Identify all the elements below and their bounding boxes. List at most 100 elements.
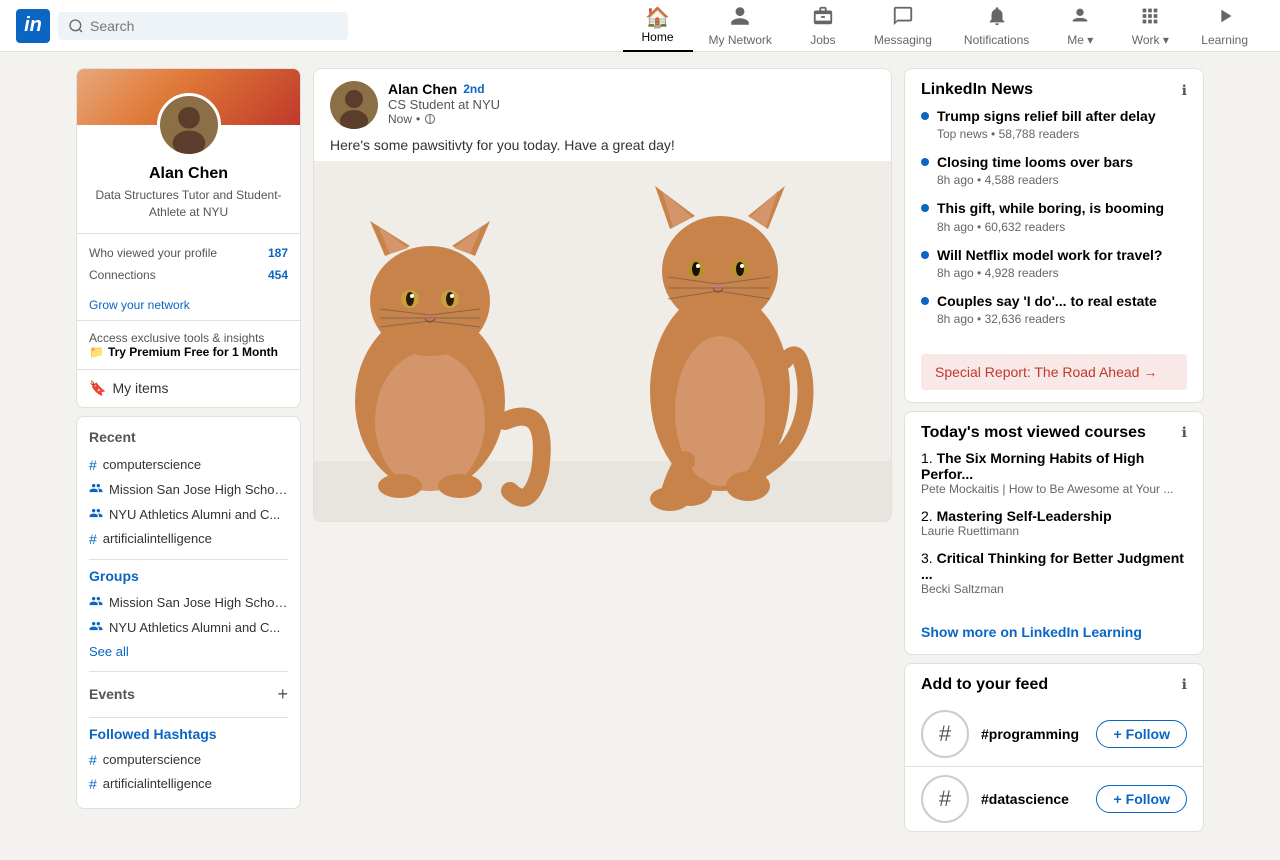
course-item-0[interactable]: 1. The Six Morning Habits of High Perfor… xyxy=(921,450,1187,496)
learning-icon xyxy=(1214,5,1236,31)
recent-item-cs[interactable]: # computerscience xyxy=(89,453,288,477)
nav-my-network[interactable]: My Network xyxy=(693,0,788,52)
see-all-groups[interactable]: See all xyxy=(89,640,288,663)
right-sidebar: LinkedIn News ℹ Trump signs relief bill … xyxy=(904,68,1204,840)
followed-hashtags-title[interactable]: Followed Hashtags xyxy=(89,726,288,742)
who-viewed-stat[interactable]: Who viewed your profile 187 xyxy=(89,242,288,264)
my-items-link[interactable]: 🔖 My items xyxy=(77,369,300,407)
news-item-4[interactable]: Couples say 'I do'... to real estate 8h … xyxy=(921,292,1187,326)
group-icon-2 xyxy=(89,506,103,523)
follow-programming-button[interactable]: + Follow xyxy=(1096,720,1187,748)
group-icon-3 xyxy=(89,594,103,611)
news-item-3[interactable]: Will Netflix model work for travel? 8h a… xyxy=(921,246,1187,280)
hashtag-cs[interactable]: # computerscience xyxy=(89,748,288,772)
feed: Alan Chen 2nd CS Student at NYU Now • He… xyxy=(313,68,892,840)
post-card: Alan Chen 2nd CS Student at NYU Now • He… xyxy=(313,68,892,522)
work-icon xyxy=(1139,5,1161,31)
courses-title: Today's most viewed courses xyxy=(921,424,1146,442)
news-item-1[interactable]: Closing time looms over bars 8h ago • 4,… xyxy=(921,153,1187,187)
post-meta: Alan Chen 2nd CS Student at NYU Now • xyxy=(388,81,875,126)
profile-stats: Who viewed your profile 187 Connections … xyxy=(77,233,300,294)
post-author-avatar[interactable] xyxy=(330,81,378,129)
hash-icon-2: # xyxy=(89,531,97,547)
post-globe-icon: • xyxy=(416,112,420,126)
datascience-hashtag-icon: # xyxy=(921,775,969,823)
news-item-0[interactable]: Trump signs relief bill after delay Top … xyxy=(921,107,1187,141)
search-icon xyxy=(68,18,84,34)
post-time: Now • xyxy=(388,112,875,126)
page-container: Alan Chen Data Structures Tutor and Stud… xyxy=(76,0,1204,860)
plus-icon: + xyxy=(1113,726,1121,742)
recent-item-ai[interactable]: # artificialintelligence xyxy=(89,527,288,551)
courses-card: Today's most viewed courses ℹ 1. The Six… xyxy=(904,411,1204,655)
news-dot xyxy=(921,112,929,120)
recent-list: # computerscience Mission San Jose High … xyxy=(89,453,288,551)
profile-avatar xyxy=(157,93,221,157)
avatar[interactable] xyxy=(157,93,221,157)
course-item-1[interactable]: 2. Mastering Self-Leadership Laurie Ruet… xyxy=(921,508,1187,538)
nav-work[interactable]: Work ▾ xyxy=(1115,0,1185,52)
nav-jobs[interactable]: Jobs xyxy=(788,0,858,52)
post-subtitle: CS Student at NYU xyxy=(388,97,875,112)
course-item-2[interactable]: 3. Critical Thinking for Better Judgment… xyxy=(921,550,1187,596)
bookmark-icon: 🔖 xyxy=(89,380,106,397)
courses-info-icon[interactable]: ℹ xyxy=(1182,424,1187,441)
add-event-button[interactable]: + xyxy=(277,684,288,705)
linkedin-logo[interactable]: in xyxy=(16,9,50,43)
profile-card: Alan Chen Data Structures Tutor and Stud… xyxy=(76,68,301,408)
profile-banner xyxy=(77,69,300,125)
premium-link[interactable]: 📁 Try Premium Free for 1 Month xyxy=(89,345,288,359)
courses-header: Today's most viewed courses ℹ xyxy=(905,412,1203,450)
profile-name[interactable]: Alan Chen xyxy=(89,165,288,183)
connections-stat[interactable]: Connections 454 xyxy=(89,264,288,286)
post-image xyxy=(314,161,891,521)
profile-title: Data Structures Tutor and Student-Athlet… xyxy=(89,187,288,221)
news-header: LinkedIn News ℹ xyxy=(905,69,1203,107)
post-header: Alan Chen 2nd CS Student at NYU Now • xyxy=(314,69,891,137)
follow-datascience-button[interactable]: + Follow xyxy=(1096,785,1187,813)
group-icon-4 xyxy=(89,619,103,636)
news-info-icon[interactable]: ℹ xyxy=(1182,82,1187,99)
nav-me[interactable]: Me ▾ xyxy=(1045,0,1115,52)
group-item-nyu-athletics[interactable]: NYU Athletics Alumni and C... xyxy=(89,615,288,640)
news-dot xyxy=(921,204,929,212)
feed-info-icon[interactable]: ℹ xyxy=(1182,676,1187,693)
home-icon: 🏠 xyxy=(645,8,670,28)
programming-hashtag-icon: # xyxy=(921,710,969,758)
groups-title[interactable]: Groups xyxy=(89,568,288,584)
post-author-name[interactable]: Alan Chen xyxy=(388,81,457,97)
premium-banner: Access exclusive tools & insights 📁 Try … xyxy=(77,320,300,369)
news-item-2[interactable]: This gift, while boring, is booming 8h a… xyxy=(921,199,1187,233)
nav-home[interactable]: 🏠 Home xyxy=(623,0,693,52)
nav-items: 🏠 Home My Network Jobs Messaging Noti xyxy=(623,0,1264,52)
feed-item-datascience: # #datascience + Follow xyxy=(905,767,1203,831)
recent-groups-card: Recent # computerscience Mission San Jos… xyxy=(76,416,301,809)
post-body: Here's some pawsitivty for you today. Ha… xyxy=(314,137,891,161)
nav-notifications[interactable]: Notifications xyxy=(948,0,1045,52)
recent-item-nyu[interactable]: NYU Athletics Alumni and C... xyxy=(89,502,288,527)
navbar: in 🏠 Home My Network Jobs Me xyxy=(0,0,1280,52)
courses-list: 1. The Six Morning Habits of High Perfor… xyxy=(905,450,1203,616)
nav-learning[interactable]: Learning xyxy=(1185,0,1264,52)
linkedin-news-card: LinkedIn News ℹ Trump signs relief bill … xyxy=(904,68,1204,403)
news-dot xyxy=(921,251,929,259)
special-report-button[interactable]: Special Report: The Road Ahead → xyxy=(921,354,1187,390)
groups-list: Mission San Jose High Schoo... NYU Athle… xyxy=(89,590,288,663)
grow-network-link[interactable]: Grow your network xyxy=(77,294,300,320)
me-icon xyxy=(1069,5,1091,31)
group-item-msjhs[interactable]: Mission San Jose High Schoo... xyxy=(89,590,288,615)
globe-icon xyxy=(424,113,436,125)
feed-item-datascience-label: #datascience xyxy=(981,791,1084,807)
plus-icon-2: + xyxy=(1113,791,1121,807)
show-more-learning-button[interactable]: Show more on LinkedIn Learning xyxy=(905,616,1203,654)
hash-icon: # xyxy=(89,457,97,473)
jobs-icon xyxy=(812,5,834,31)
messaging-icon xyxy=(892,5,914,31)
nav-messaging[interactable]: Messaging xyxy=(858,0,948,52)
recent-item-msjhs1[interactable]: Mission San Jose High Schoo... xyxy=(89,477,288,502)
news-title: LinkedIn News xyxy=(921,81,1033,99)
search-bar[interactable] xyxy=(58,12,348,40)
group-icon xyxy=(89,481,103,498)
hashtag-ai[interactable]: # artificialintelligence xyxy=(89,772,288,796)
search-input[interactable] xyxy=(90,18,338,34)
